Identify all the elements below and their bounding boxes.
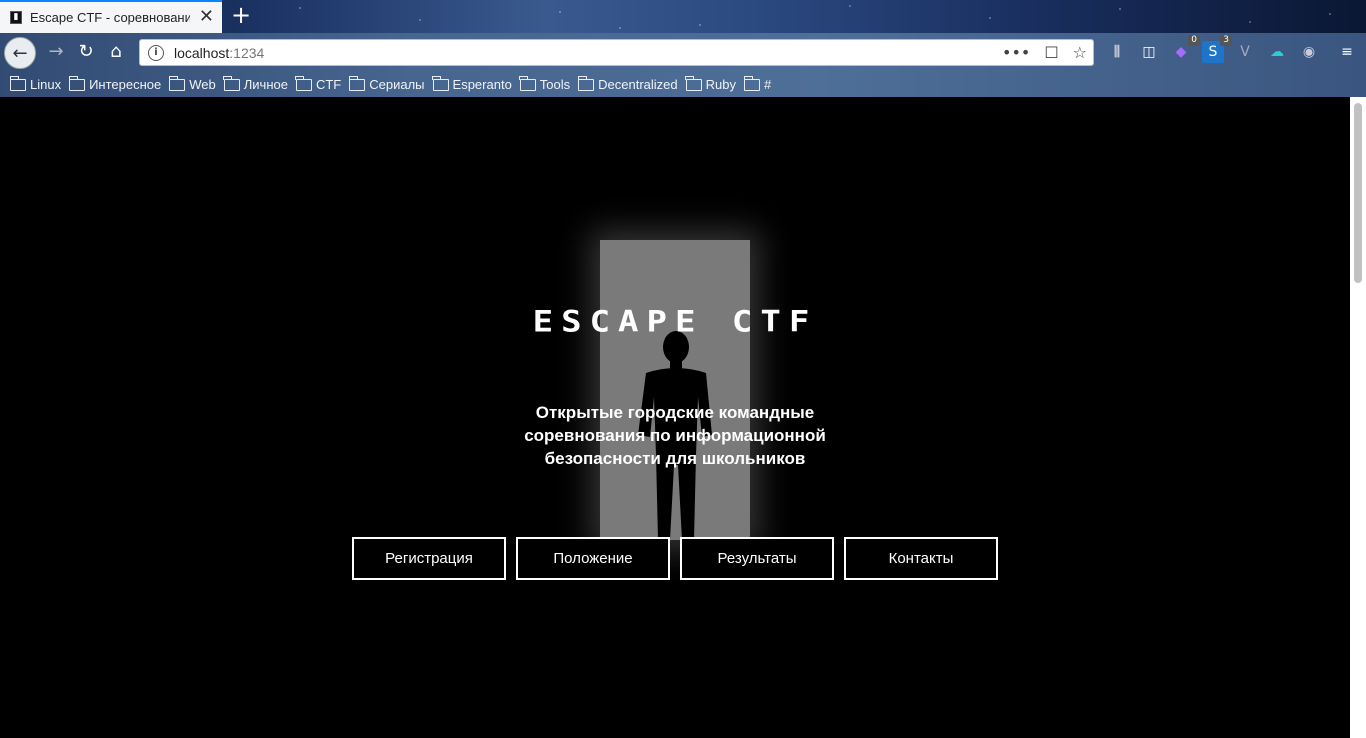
folder-icon	[348, 75, 366, 91]
bookmark-folder[interactable]: CTF	[295, 75, 342, 92]
folder-icon	[685, 75, 702, 91]
extension-badge-1: 0	[1188, 35, 1200, 46]
extension-icon-3[interactable]: V	[1234, 41, 1256, 63]
bookmark-folder[interactable]: Ruby	[685, 75, 737, 92]
bookmark-folder[interactable]: Linux	[9, 75, 62, 92]
folder-icon	[68, 75, 86, 91]
bookmark-label: CTF	[315, 77, 342, 92]
bookmark-label: Сериалы	[369, 77, 425, 92]
results-button[interactable]: Результаты	[680, 537, 834, 580]
site-info-icon[interactable]: i	[148, 44, 164, 61]
bookmark-folder[interactable]: Web	[168, 75, 216, 92]
navigation-toolbar: ← → ↻ ⌂ i localhost:1234 ••• ☐ ☆ ⫼ ◫ ◆ 0 …	[0, 33, 1366, 72]
site-logo: ESCAPE CTF	[532, 305, 818, 339]
bookmark-label: Ruby	[705, 77, 737, 92]
new-tab-button[interactable]: +	[230, 2, 252, 30]
folder-icon	[168, 75, 186, 91]
site-favicon-icon: ▮	[10, 11, 22, 24]
bookmark-label: Esperanto	[452, 77, 512, 92]
bookmark-label: Личное	[243, 77, 288, 92]
home-button[interactable]: ⌂	[102, 38, 130, 66]
folder-icon	[519, 75, 536, 91]
bookmark-folder[interactable]: Decentralized	[577, 75, 678, 92]
bookmark-label: Linux	[30, 77, 62, 92]
bookmark-folder[interactable]: Сериалы	[348, 75, 425, 92]
url-text[interactable]: localhost:1234	[174, 45, 264, 61]
sidebar-icon[interactable]: ◫	[1138, 41, 1160, 63]
folder-icon	[432, 75, 449, 91]
pocket-icon[interactable]: ☐	[1044, 43, 1058, 62]
extension-badge-2: 3	[1220, 35, 1232, 46]
url-bar[interactable]: i localhost:1234 ••• ☐ ☆	[139, 39, 1094, 66]
bookmark-folder[interactable]: Tools	[519, 75, 571, 92]
active-tab[interactable]: ▮ Escape CTF - соревновани ✕	[0, 0, 222, 33]
bookmark-folder[interactable]: #	[743, 75, 772, 92]
url-port: :1234	[229, 44, 265, 61]
scrollbar-thumb[interactable]	[1354, 103, 1362, 283]
bookmark-folder[interactable]: Esperanto	[432, 75, 512, 92]
folder-icon	[295, 75, 312, 91]
extension-icon-1[interactable]: ◆ 0	[1170, 35, 1200, 63]
library-icon[interactable]: ⫼	[1106, 41, 1128, 63]
extension-icon-2[interactable]: S3	[1202, 35, 1232, 63]
page-actions-icon[interactable]: •••	[1002, 43, 1030, 62]
forward-button[interactable]: →	[42, 38, 70, 66]
reload-button[interactable]: ↻	[72, 38, 100, 66]
regulations-button[interactable]: Положение	[516, 537, 670, 580]
folder-icon	[577, 75, 595, 91]
page-content: ESCAPE CTF Открытые городские командные …	[0, 97, 1350, 738]
folder-icon	[743, 75, 761, 91]
url-host: localhost	[174, 44, 230, 61]
bookmark-label: Tools	[539, 77, 571, 92]
bookmark-label: Decentralized	[598, 77, 678, 92]
folder-icon	[223, 75, 240, 91]
folder-icon	[9, 75, 26, 91]
back-button[interactable]: ←	[4, 37, 36, 69]
title-bar: ▮ Escape CTF - соревновани ✕ +	[0, 0, 1366, 33]
tab-title: Escape CTF - соревновани	[30, 10, 190, 25]
bookmark-label: Web	[189, 77, 216, 92]
site-subtitle: Открытые городские командные соревновани…	[524, 403, 826, 468]
registration-button[interactable]: Регистрация	[352, 537, 506, 580]
cloud-icon[interactable]: ☁	[1266, 41, 1288, 63]
bookmark-folder[interactable]: Личное	[223, 75, 288, 92]
extension-icon-4[interactable]: ◉	[1298, 41, 1320, 63]
main-nav: Регистрация Положение Результаты Контакт…	[352, 537, 998, 580]
bookmark-label: #	[764, 77, 772, 92]
close-tab-icon[interactable]: ✕	[199, 8, 214, 26]
bookmark-star-icon[interactable]: ☆	[1073, 43, 1087, 62]
bookmark-folder[interactable]: Интересное	[68, 75, 162, 92]
bookmarks-bar: Linux Интересное Web Личное CTF Сериалы …	[0, 72, 1366, 97]
bookmark-label: Интересное	[89, 77, 162, 92]
page-scrollbar[interactable]	[1350, 97, 1366, 738]
contacts-button[interactable]: Контакты	[844, 537, 998, 580]
menu-icon[interactable]: ≡	[1336, 41, 1358, 63]
